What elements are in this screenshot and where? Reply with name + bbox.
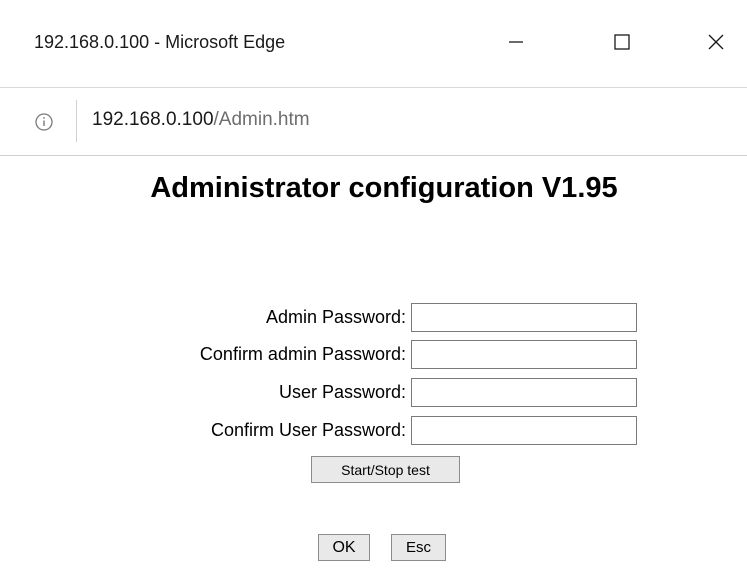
maximize-button[interactable] [599, 22, 645, 62]
address-divider [76, 100, 77, 142]
info-circle-icon [35, 113, 53, 131]
page-title: Administrator configuration V1.95 [150, 172, 618, 204]
close-button[interactable] [693, 22, 739, 62]
confirm-user-password-label: Confirm User Password: [210, 420, 406, 440]
ok-button[interactable]: OK [318, 534, 370, 561]
minimize-icon [509, 41, 523, 43]
admin-password-input[interactable] [411, 303, 637, 332]
url-path: /Admin.htm [213, 109, 310, 130]
confirm-admin-password-input[interactable] [411, 340, 637, 369]
window-titlebar: 192.168.0.100 - Microsoft Edge [0, 0, 747, 88]
url-host: 192.168.0.100 [92, 109, 214, 130]
admin-password-row: Admin Password: [0, 303, 747, 332]
user-password-label: User Password: [278, 382, 406, 402]
confirm-admin-password-row: Confirm admin Password: [0, 340, 747, 369]
user-password-input[interactable] [411, 378, 637, 407]
confirm-admin-password-label: Confirm admin Password: [199, 344, 406, 364]
window-title: 192.168.0.100 - Microsoft Edge [34, 32, 286, 52]
maximize-icon [614, 34, 630, 50]
admin-password-label: Admin Password: [265, 307, 406, 327]
close-icon [708, 34, 724, 50]
esc-button[interactable]: Esc [391, 534, 446, 561]
confirm-user-password-input[interactable] [411, 416, 637, 445]
confirm-user-password-row: Confirm User Password: [0, 416, 747, 445]
info-icon[interactable] [34, 112, 54, 132]
start-stop-test-button[interactable]: Start/Stop test [311, 456, 460, 483]
url-field[interactable]: 192.168.0.100/Admin.htm [92, 109, 310, 131]
user-password-row: User Password: [0, 378, 747, 407]
minimize-button[interactable] [493, 22, 539, 62]
